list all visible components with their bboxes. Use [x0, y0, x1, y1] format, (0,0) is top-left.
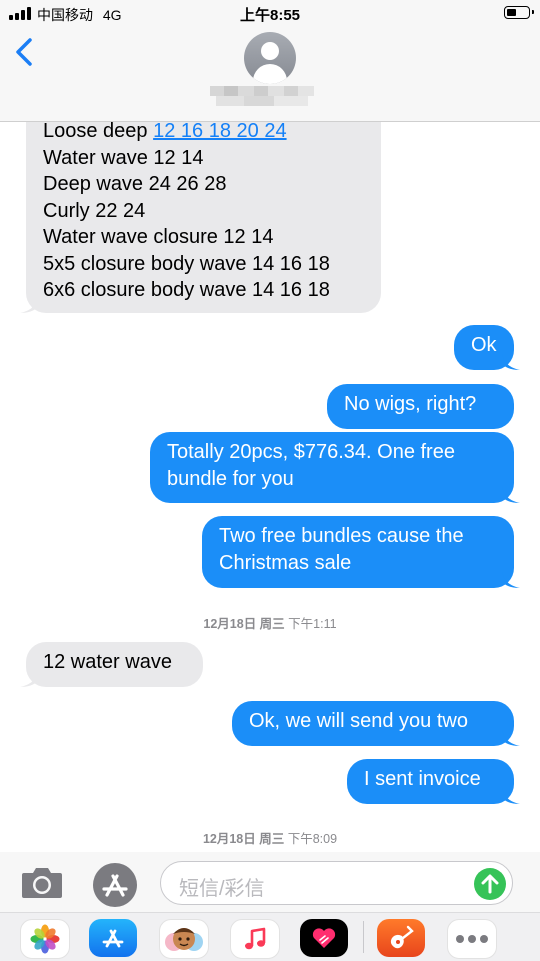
message-line: Two free bundles cause the — [219, 525, 464, 547]
contact-avatar[interactable] — [244, 32, 296, 84]
photos-app-button[interactable] — [20, 919, 70, 959]
message-text: Ok — [471, 334, 497, 356]
outgoing-message[interactable]: Totally 20pcs, $776.34. One free bundle … — [150, 432, 520, 503]
memoji-app-button[interactable] — [159, 919, 209, 959]
more-apps-button[interactable] — [447, 919, 497, 959]
digital-touch-app-button[interactable] — [300, 919, 348, 957]
app-store-app-button[interactable] — [89, 919, 137, 957]
app-store-icon — [93, 863, 137, 907]
garageband-icon — [390, 925, 414, 949]
app-store-icon — [102, 929, 124, 948]
music-app-button[interactable] — [230, 919, 280, 959]
message-line: Curly 22 24 — [43, 199, 146, 222]
message-line: 6x6 closure body wave 14 16 18 — [43, 279, 330, 301]
timestamp: 12月18日 周三 下午8:09 — [202, 832, 338, 846]
arrow-up-icon — [481, 874, 499, 894]
back-button[interactable] — [12, 34, 42, 70]
chevron-left-icon — [16, 38, 32, 66]
bubble-tail — [502, 572, 520, 588]
clock: 上午8:55 — [239, 7, 301, 24]
more-icon — [456, 935, 488, 943]
app-drawer — [0, 912, 540, 961]
send-button[interactable] — [474, 868, 506, 900]
message-line: Christmas sale — [219, 551, 352, 574]
outgoing-message[interactable]: Two free bundles cause the Christmas sal… — [202, 516, 520, 588]
drawer-separator — [363, 921, 364, 953]
bubble-tail — [502, 487, 520, 503]
message-input[interactable]: 短信/彩信 — [160, 861, 513, 905]
bubble-tail — [502, 788, 520, 804]
compose-bar: 短信/彩信 — [0, 852, 540, 912]
message-text: 12 water wave — [43, 651, 172, 673]
message-line: Water wave 12 14 — [43, 146, 204, 169]
contact-name-redacted[interactable] — [210, 86, 314, 106]
memoji-icon — [165, 928, 203, 951]
message-line: Totally 20pcs, $776.34. One free — [167, 441, 455, 463]
message-line: Deep wave 24 26 28 — [43, 173, 227, 195]
outgoing-message[interactable]: Ok — [454, 325, 520, 370]
message-text: Ok, we will send you two — [249, 710, 468, 732]
bubble-tail — [502, 354, 520, 370]
photos-icon — [30, 924, 60, 954]
music-icon — [245, 927, 266, 950]
incoming-message[interactable]: 12 water wave — [20, 642, 203, 687]
message-text: No wigs, right? — [344, 393, 477, 415]
app-store-button[interactable] — [92, 862, 138, 908]
outgoing-message[interactable]: I sent invoice — [347, 759, 520, 804]
message-line: 5x5 closure body wave 14 16 18 — [43, 252, 330, 275]
message-line: Water wave closure 12 14 — [43, 226, 274, 248]
status-bar: 中国移动 4G 上午8:55 — [0, 0, 540, 28]
message-input-placeholder: 短信/彩信 — [179, 878, 265, 900]
battery-icon — [504, 6, 534, 19]
timestamp: 12月18日 周三 下午1:11 — [203, 617, 337, 631]
conversation-header — [0, 28, 540, 122]
outgoing-message[interactable]: No wigs, right? — [327, 384, 514, 429]
bubble-tail — [502, 730, 520, 746]
message-text: I sent invoice — [364, 768, 481, 790]
bubble-tail — [20, 671, 38, 687]
camera-button[interactable] — [20, 864, 64, 900]
bubble-tail — [20, 297, 38, 313]
camera-icon — [22, 868, 62, 898]
digital-touch-icon — [312, 928, 336, 948]
phone-number-link[interactable]: 12 16 18 20 24 — [153, 120, 286, 142]
outgoing-message[interactable]: Ok, we will send you two — [232, 701, 520, 746]
message-line: bundle for you — [167, 467, 294, 490]
garageband-app-button[interactable] — [377, 919, 425, 957]
